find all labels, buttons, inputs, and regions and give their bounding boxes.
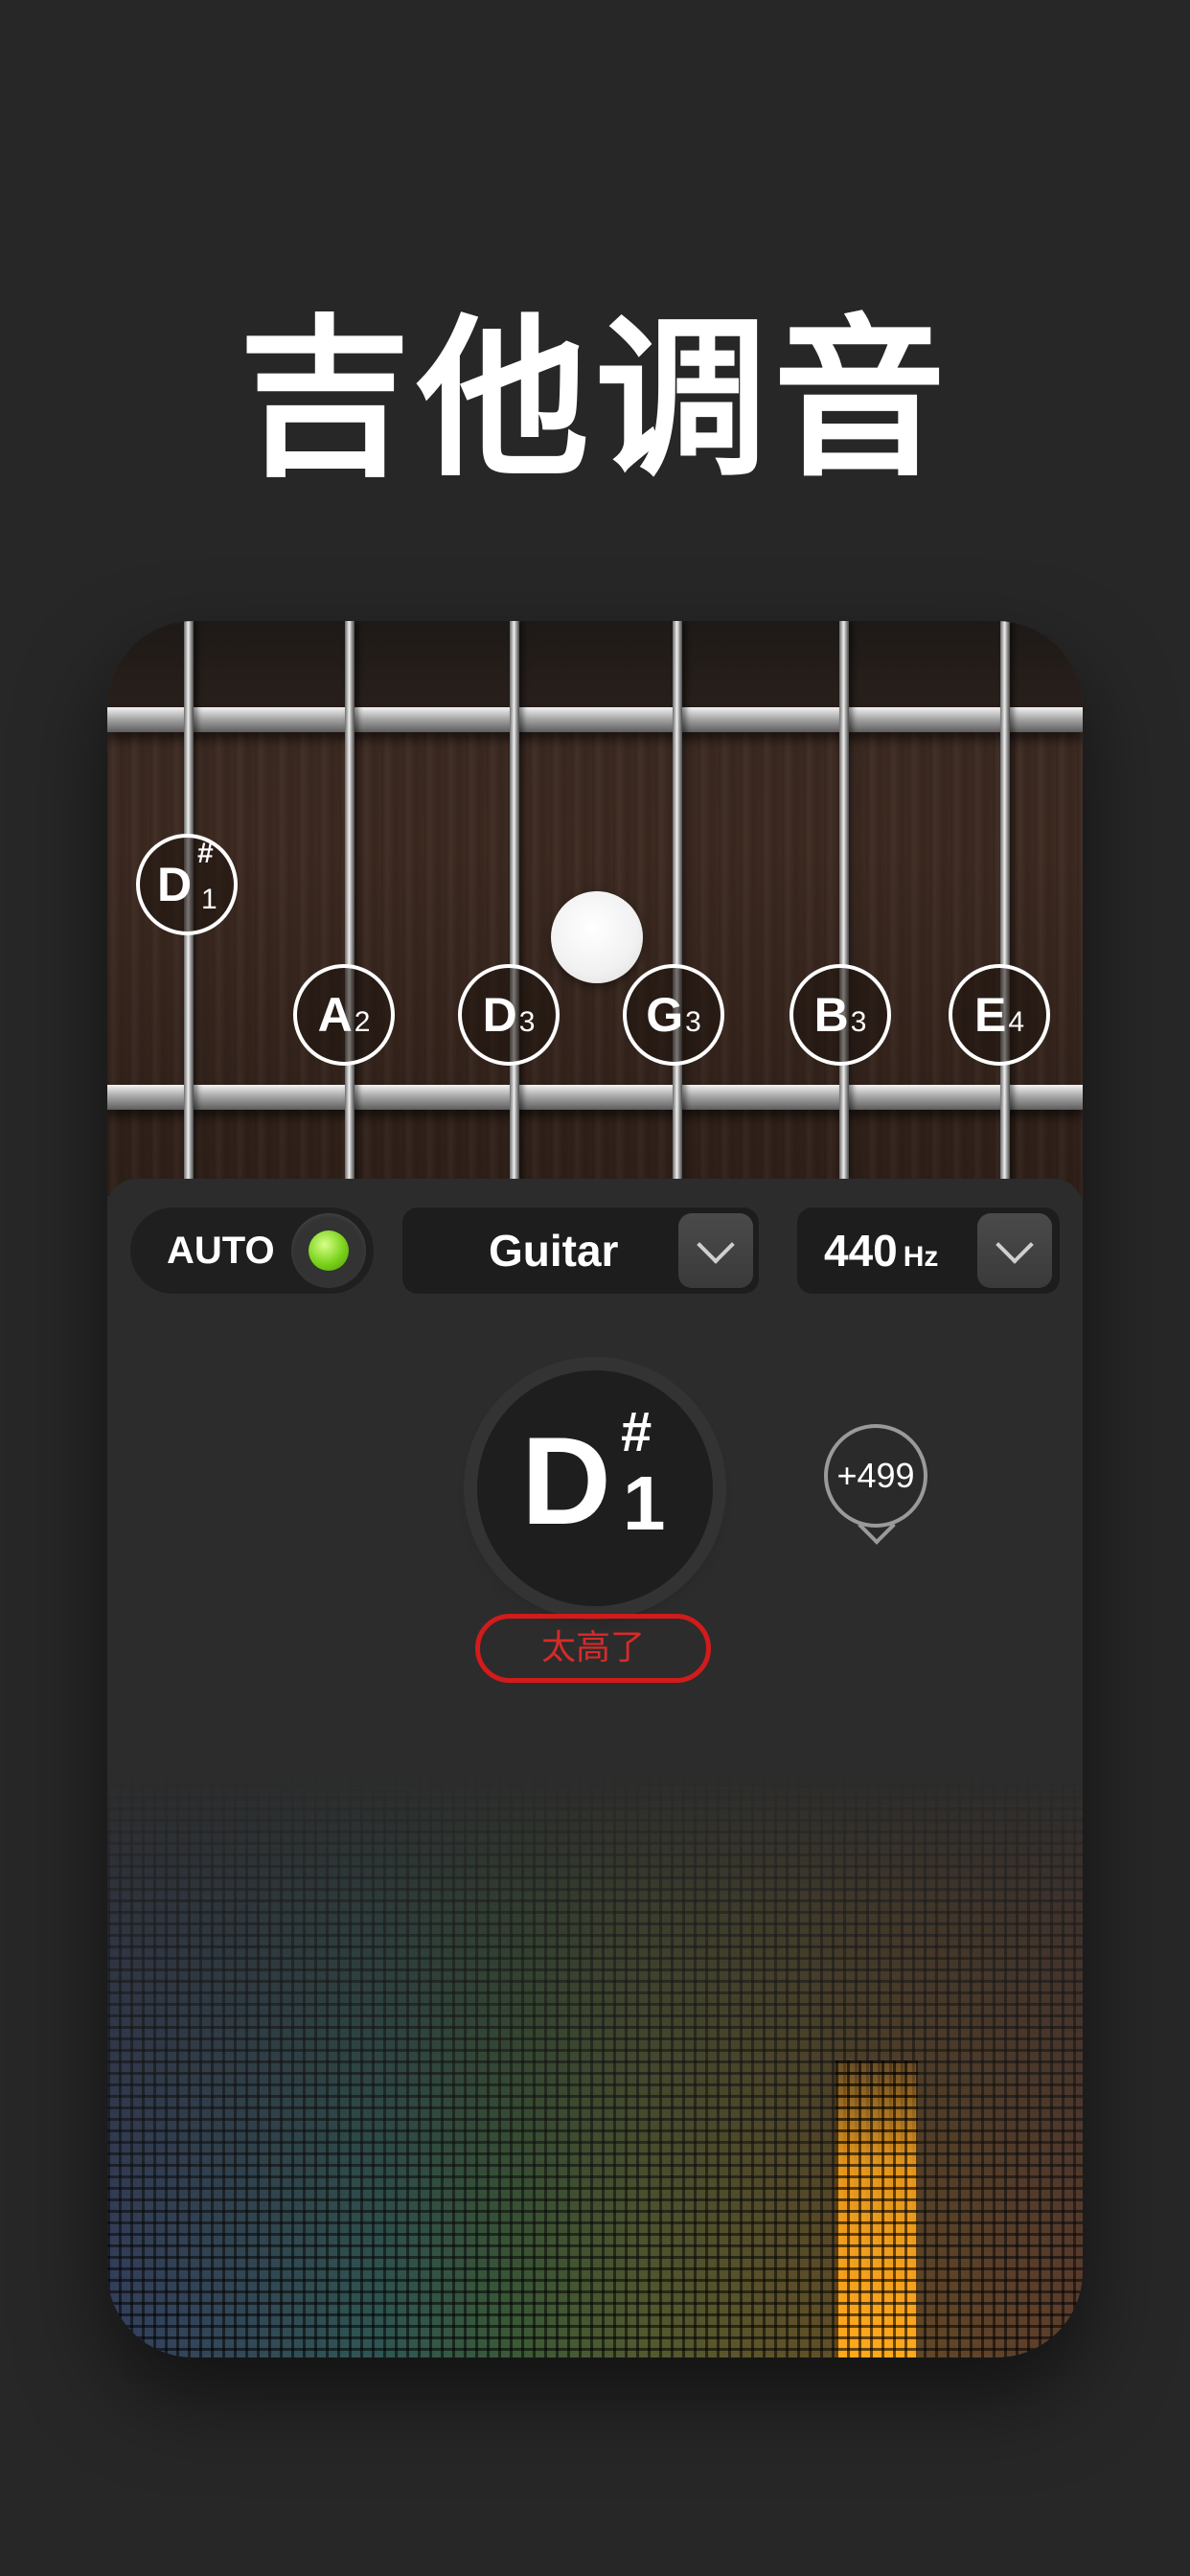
reference-pitch-select[interactable]: 440 Hz (797, 1208, 1060, 1294)
detected-note: D (521, 1411, 611, 1551)
string-octave: 2 (354, 1006, 371, 1038)
string-octave: 3 (685, 1006, 701, 1038)
string-5 (345, 621, 355, 1196)
detected-sharp: # (621, 1401, 652, 1463)
detected-note-display: D # 1 (477, 1370, 713, 1606)
string-button-e4[interactable]: E4 (949, 964, 1050, 1066)
string-2 (839, 621, 849, 1196)
string-note: A (317, 988, 353, 1042)
spectrum-peak-bar (835, 2060, 918, 2358)
instrument-select[interactable]: Guitar (402, 1208, 759, 1294)
string-button-g3[interactable]: G3 (623, 964, 724, 1066)
reference-pitch-value: 440 (824, 1226, 898, 1276)
auto-label: AUTO (167, 1230, 275, 1272)
marker-octave: 1 (201, 884, 217, 915)
headline: 吉他调音 (238, 300, 951, 500)
string-button-a2[interactable]: A2 (293, 964, 395, 1066)
instrument-value: Guitar (489, 1226, 619, 1276)
tuning-status-badge: 太高了 (475, 1614, 711, 1683)
string-octave: 3 (518, 1006, 536, 1038)
reference-pitch-text: 440 Hz (824, 1208, 938, 1300)
detected-note-marker: D # 1 (136, 834, 238, 935)
auto-switch[interactable] (291, 1213, 366, 1288)
string-1 (1000, 621, 1010, 1196)
marker-sharp: # (197, 838, 214, 869)
string-octave: 4 (1008, 1006, 1025, 1038)
string-note: E (973, 988, 1007, 1042)
reference-pitch-unit: Hz (903, 1241, 939, 1273)
fret-top (107, 707, 1083, 732)
chevron-down-icon (995, 1226, 1034, 1264)
pick-indicator (551, 891, 643, 983)
string-note: G (646, 988, 684, 1042)
control-panel: AUTO Guitar 440 Hz D # 1 太高了 +499 (107, 1179, 1083, 2358)
instrument-dropdown-button[interactable] (678, 1213, 753, 1288)
tuner-card: D # 1 A2 D3 G3 B3 E4 AUTO Guitar 440 Hz … (107, 621, 1083, 2358)
string-4 (510, 621, 519, 1196)
string-note: D (482, 988, 517, 1042)
string-note: B (813, 988, 849, 1042)
string-button-d3[interactable]: D3 (458, 964, 560, 1066)
cents-offset-bubble: +499 (824, 1424, 927, 1528)
spectrum-visualizer (107, 1773, 1083, 2358)
string-octave: 3 (850, 1006, 867, 1038)
fret-bottom (107, 1085, 1083, 1110)
string-button-b3[interactable]: B3 (790, 964, 891, 1066)
fretboard: D # 1 A2 D3 G3 B3 E4 (107, 621, 1083, 1196)
detected-octave: 1 (623, 1460, 666, 1546)
auto-mode-toggle[interactable]: AUTO (130, 1208, 374, 1294)
string-3 (673, 621, 682, 1196)
auto-on-indicator-icon (309, 1230, 349, 1271)
reference-dropdown-button[interactable] (977, 1213, 1052, 1288)
chevron-down-icon (697, 1226, 735, 1264)
marker-note: D (157, 858, 193, 911)
